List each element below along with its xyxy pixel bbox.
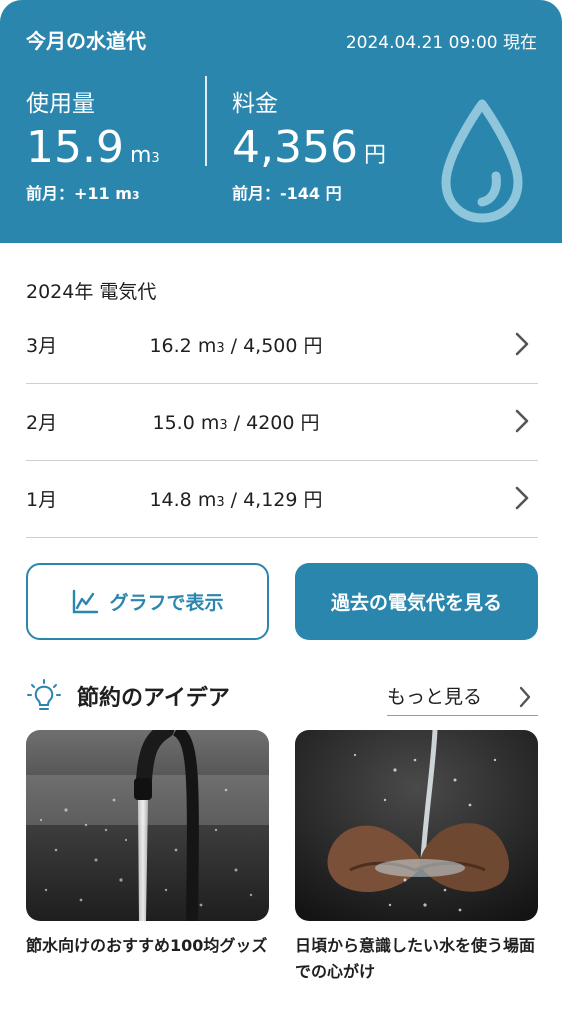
row-value: 16.2 m3 / 4,500 円 (149, 335, 323, 357)
fee-prev-month: 前月：-144 円 (232, 184, 342, 203)
see-more-label: もっと見る (387, 686, 483, 708)
tip-card[interactable]: 節水向けのおすすめ100均グッズ (26, 730, 269, 959)
show-graph-button[interactable]: グラフで表示 (26, 563, 269, 640)
past-bills-label: 過去の電気代を見る (330, 592, 502, 614)
see-more-link[interactable]: もっと見る (387, 682, 538, 716)
header-divider (205, 76, 207, 166)
row-value: 14.8 m3 / 4,129 円 (149, 489, 323, 511)
chevron-right-icon (515, 332, 529, 356)
lightbulb-icon (27, 679, 61, 710)
fee-value: 4,356 円 (232, 122, 386, 173)
chevron-right-icon (515, 486, 529, 510)
water-drop-icon (441, 99, 523, 223)
line-chart-icon (73, 589, 99, 613)
show-graph-label: グラフで表示 (109, 592, 224, 614)
tip-card[interactable]: 日頃から意識したい水を使う場面での心がけ (295, 730, 538, 985)
tip-card-caption: 節水向けのおすすめ100均グッズ (26, 936, 268, 955)
chevron-right-icon (519, 686, 531, 708)
history-row[interactable]: 1月 14.8 m3 / 4,129 円 (26, 461, 538, 538)
header-title: 今月の水道代 (26, 29, 146, 53)
tip-card-caption: 日頃から意識したい水を使う場面での心がけ (295, 936, 536, 981)
history-title: 2024年 電気代 (26, 281, 157, 303)
fee-label: 料金 (232, 91, 278, 117)
chevron-right-icon (515, 409, 529, 433)
hands-water-photo (295, 730, 538, 921)
usage-prev-month: 前月：+11 m3 (26, 184, 140, 203)
past-bills-button[interactable]: 過去の電気代を見る (295, 563, 538, 640)
usage-value: 15.9 m3 (26, 122, 160, 173)
usage-label: 使用量 (26, 91, 95, 117)
header-timestamp: 2024.04.21 09:00 現在 (345, 33, 537, 53)
history-row[interactable]: 2月 15.0 m3 / 4200 円 (26, 384, 538, 461)
row-value: 15.0 m3 / 4200 円 (152, 412, 320, 434)
history-row[interactable]: 3月 16.2 m3 / 4,500 円 (26, 307, 538, 384)
tips-title: 節約のアイデア (77, 686, 230, 711)
faucet-photo (26, 730, 269, 921)
usage-summary-header: 今月の水道代 2024.04.21 09:00 現在 使用量 15.9 m3 前月… (0, 0, 562, 243)
